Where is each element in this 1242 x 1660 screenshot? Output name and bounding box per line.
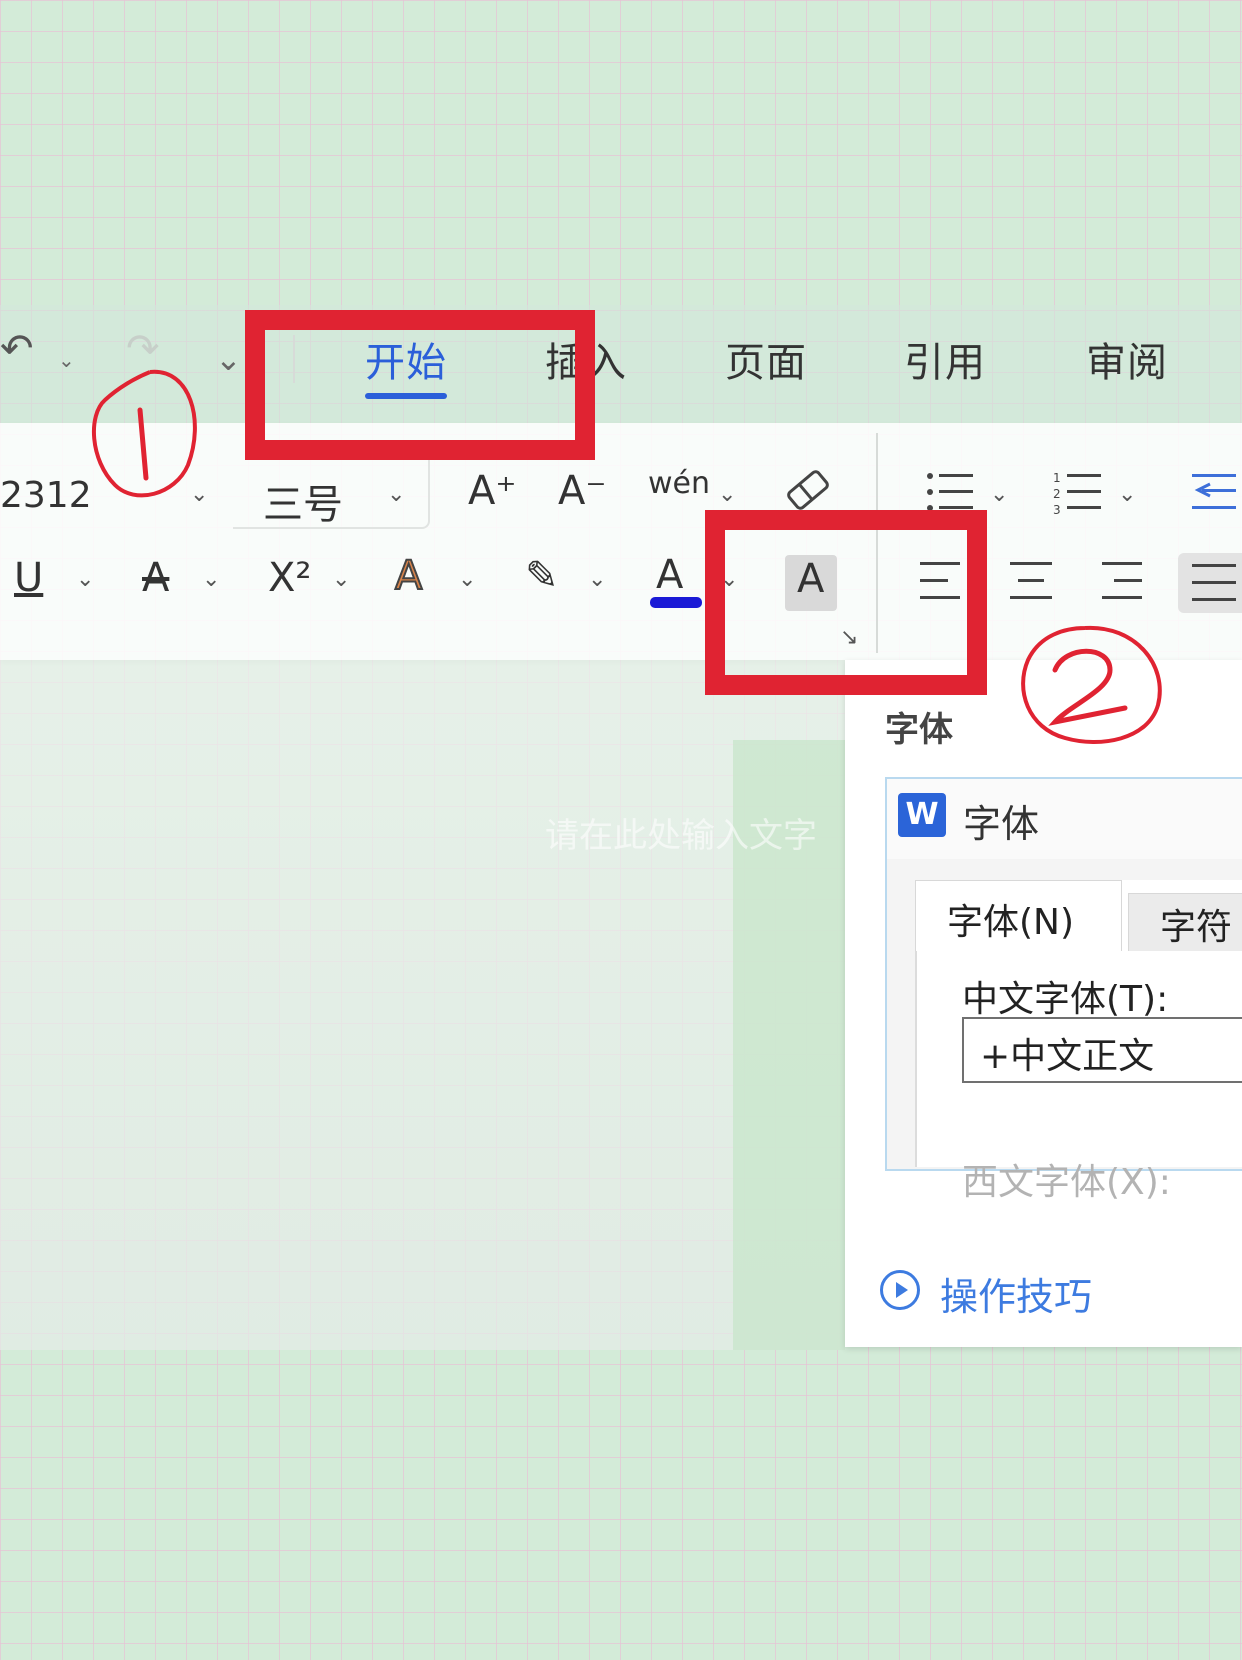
preview-west-font-label: 西文字体(X): xyxy=(962,1162,1171,1203)
preview-cn-font-label: 中文字体(T): xyxy=(962,979,1169,1020)
annotation-box-font-launcher xyxy=(705,510,987,695)
underline-button[interactable]: U xyxy=(14,555,43,601)
superscript-dropdown-icon[interactable]: ⌄ xyxy=(332,567,350,592)
justify-icon[interactable] xyxy=(1190,562,1238,604)
grow-font-button[interactable]: A⁺ xyxy=(468,468,516,514)
tab-page[interactable]: 页面 xyxy=(725,330,807,388)
document-canvas[interactable] xyxy=(0,660,845,1350)
svg-text:2: 2 xyxy=(1053,487,1061,501)
highlight-button[interactable]: ✎ xyxy=(525,553,559,599)
underline-dropdown-icon[interactable]: ⌄ xyxy=(76,567,94,592)
numbered-dropdown-icon[interactable]: ⌄ xyxy=(1118,482,1136,507)
svg-text:1: 1 xyxy=(1053,471,1061,485)
annotation-box-home-tab xyxy=(245,310,595,460)
bullet-dropdown-icon[interactable]: ⌄ xyxy=(990,482,1008,507)
highlight-dropdown-icon[interactable]: ⌄ xyxy=(588,567,606,592)
superscript-button[interactable]: X² xyxy=(268,555,311,601)
tips-link[interactable]: 操作技巧 xyxy=(940,1266,1092,1321)
ribbon-panel xyxy=(0,423,1242,660)
font-name-combo[interactable]: 2312 xyxy=(0,475,92,516)
undo-icon[interactable]: ↶ xyxy=(0,326,34,372)
bullet-list-icon[interactable] xyxy=(925,470,975,514)
tab-review[interactable]: 审阅 xyxy=(1086,330,1168,388)
decrease-indent-icon[interactable] xyxy=(1188,470,1238,514)
preview-tab-character-label: 字符 xyxy=(1160,907,1233,948)
font-size-dropdown-icon[interactable]: ⌄ xyxy=(387,482,405,507)
font-color-button[interactable]: A xyxy=(656,552,683,598)
preview-tab-font-label: 字体(N) xyxy=(947,902,1075,943)
document-placeholder-text: 请在此处输入文字 xyxy=(545,816,817,856)
strikethrough-button[interactable]: A xyxy=(142,555,169,601)
preview-dialog-title: 字体 xyxy=(963,802,1040,846)
redo-icon[interactable]: ↷ xyxy=(126,326,160,372)
eraser-icon[interactable] xyxy=(783,470,833,510)
numbered-list-icon[interactable]: 1 2 3 xyxy=(1053,470,1103,514)
font-name-dropdown-icon[interactable]: ⌄ xyxy=(190,482,208,507)
text-effect-button[interactable]: A xyxy=(394,552,423,600)
tooltip-title: 字体 xyxy=(885,710,953,750)
tab-references[interactable]: 引用 xyxy=(904,330,986,388)
text-effect-dropdown-icon[interactable]: ⌄ xyxy=(458,567,476,592)
font-color-swatch xyxy=(650,597,702,608)
preview-cn-font-value: +中文正文 xyxy=(980,1036,1155,1077)
align-center-icon[interactable] xyxy=(1008,560,1056,602)
svg-text:3: 3 xyxy=(1053,503,1061,514)
strikethrough-dropdown-icon[interactable]: ⌄ xyxy=(202,567,220,592)
phonetic-guide-button[interactable]: wén xyxy=(648,466,710,501)
font-size-combo[interactable]: 三号 xyxy=(263,472,343,530)
undo-dropdown-icon[interactable]: ⌄ xyxy=(58,348,75,372)
shrink-font-button[interactable]: A⁻ xyxy=(558,468,606,514)
wps-writer-icon: W xyxy=(898,793,946,837)
play-circle-icon[interactable] xyxy=(880,1270,920,1310)
phonetic-dropdown-icon[interactable]: ⌄ xyxy=(718,482,736,507)
chevron-down-icon[interactable]: ⌄ xyxy=(215,340,242,378)
align-right-icon[interactable] xyxy=(1098,560,1146,602)
